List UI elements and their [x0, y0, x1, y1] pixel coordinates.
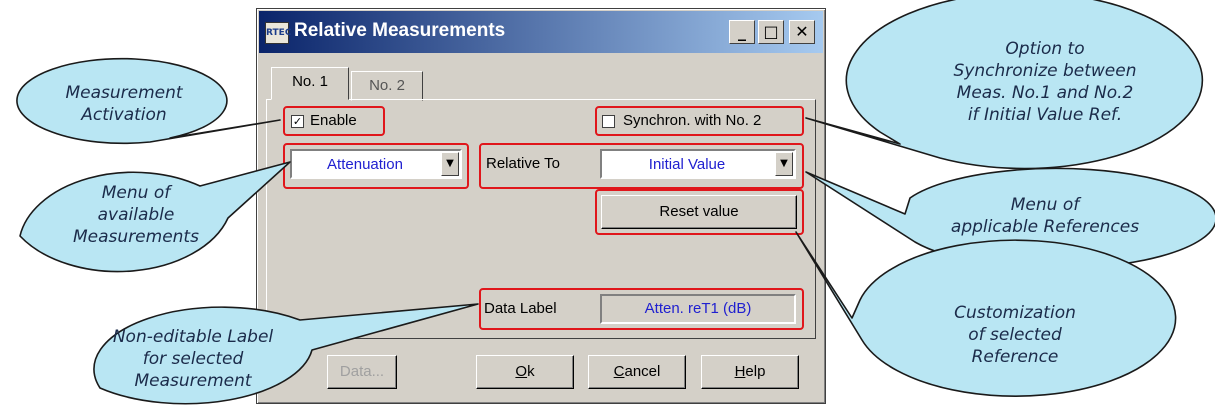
callout-line: Measurements [73, 227, 199, 247]
callout-references-text: Menu of applicable References [900, 194, 1190, 238]
tab-no-1[interactable]: No. 1 [271, 67, 349, 100]
callout-line: Measurement [65, 83, 183, 103]
callout-line: Option to [1005, 39, 1085, 59]
callout-line: for selected [142, 349, 244, 369]
callout-line: if Initial Value Ref. [967, 105, 1123, 125]
callout-customization-text: Customization of selected Reference [880, 302, 1150, 368]
callout-measurements-text: Menu of available Measurements [36, 182, 236, 248]
callout-line: Activation [81, 105, 167, 125]
callout-line: available [97, 205, 175, 225]
callout-line: Menu of [1010, 195, 1080, 215]
callout-line: Non-editable Label [112, 327, 274, 347]
callout-line: Reference [971, 347, 1059, 367]
callout-line: Meas. No.1 and No.2 [956, 83, 1134, 103]
callout-line: Measurement [134, 371, 252, 391]
callout-line: of selected [968, 325, 1062, 345]
callout-line: applicable References [950, 217, 1140, 237]
callout-line: Menu of [101, 183, 171, 203]
callout-activation-text: Measurement Activation [24, 82, 224, 126]
callout-label-text: Non-editable Label for selected Measurem… [78, 326, 308, 392]
callout-line: Customization [954, 303, 1076, 323]
callout-line: Synchronize between [953, 61, 1137, 81]
callout-synchronize-text: Option to Synchronize between Meas. No.1… [900, 38, 1190, 126]
